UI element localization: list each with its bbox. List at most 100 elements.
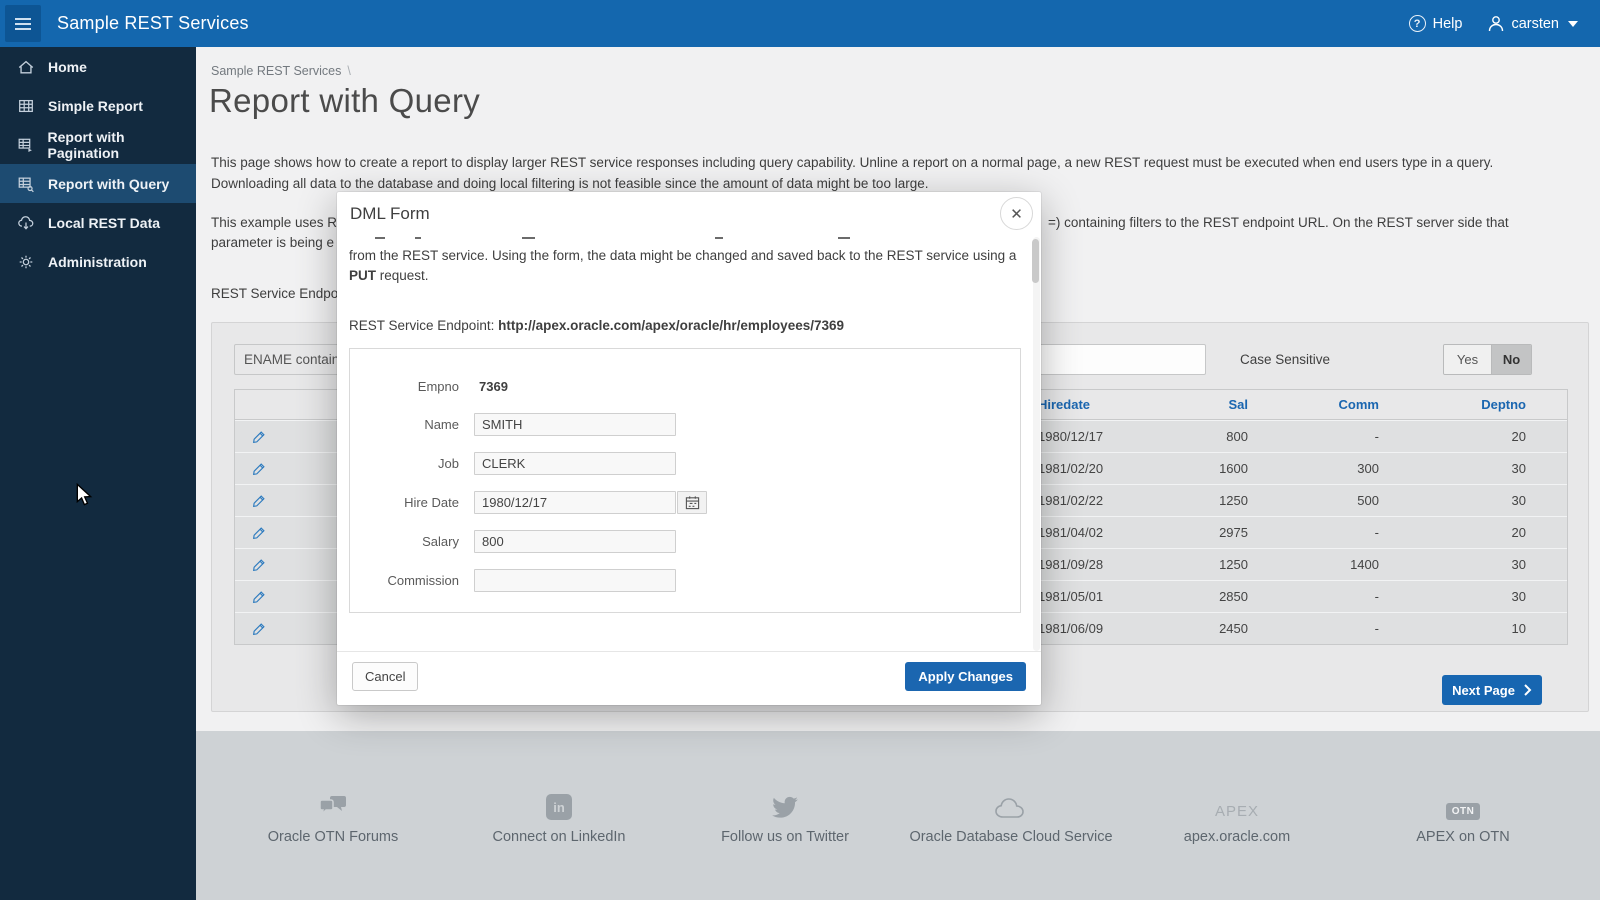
pencil-icon bbox=[251, 589, 267, 605]
report-query-icon bbox=[17, 175, 35, 193]
cell-deptno: 30 bbox=[1389, 581, 1526, 612]
clipped-text-fragment bbox=[522, 237, 535, 239]
case-sensitive-toggle: Yes No bbox=[1443, 344, 1532, 375]
cell-deptno: 30 bbox=[1389, 549, 1526, 580]
example-paragraph-fragment-left2: parameter is being e bbox=[211, 235, 334, 250]
example-paragraph-fragment-right1: =) containing filters to the REST endpoi… bbox=[1048, 215, 1509, 230]
next-page-button[interactable]: Next Page bbox=[1442, 675, 1542, 705]
edit-row-button[interactable] bbox=[251, 621, 267, 637]
sidebar-item-local-rest-data[interactable]: Local REST Data bbox=[0, 203, 196, 242]
scrollbar-thumb[interactable] bbox=[1032, 239, 1039, 283]
chevron-down-icon bbox=[1568, 21, 1578, 27]
app-screen: Sample REST Services ? Help carsten Home… bbox=[0, 0, 1600, 900]
empno-label: Empno bbox=[350, 375, 459, 399]
breadcrumb[interactable]: Sample REST Services\ bbox=[211, 64, 351, 78]
dml-form: Empno 7369 Name Job Hire Date bbox=[349, 348, 1021, 613]
commission-field[interactable] bbox=[474, 569, 676, 592]
chevron-right-icon bbox=[1523, 684, 1532, 696]
edit-row-button[interactable] bbox=[251, 429, 267, 445]
pencil-icon bbox=[251, 557, 267, 573]
dialog-header: DML Form ✕ bbox=[337, 192, 1041, 237]
top-header-bar: Sample REST Services ? Help carsten bbox=[0, 0, 1600, 47]
sidebar-item-label: Report with Query bbox=[48, 176, 169, 192]
name-field[interactable] bbox=[474, 413, 676, 436]
sidebar-item-label: Home bbox=[48, 59, 87, 75]
user-icon bbox=[1488, 15, 1504, 32]
salary-field[interactable] bbox=[474, 530, 676, 553]
column-header-deptno[interactable]: Deptno bbox=[1389, 390, 1526, 419]
cell-sal: 2850 bbox=[1088, 581, 1248, 612]
otn-icon: OTN bbox=[1446, 803, 1481, 820]
footer-link-otn-forums[interactable]: Oracle OTN Forums bbox=[220, 786, 446, 845]
cell-comm: - bbox=[1249, 517, 1379, 548]
hamburger-menu-icon[interactable] bbox=[5, 5, 41, 42]
dialog-description-line2: PUT request. bbox=[349, 268, 429, 283]
cell-sal: 1250 bbox=[1088, 485, 1248, 516]
cell-comm: 300 bbox=[1249, 453, 1379, 484]
footer-link-apex[interactable]: APEX apex.oracle.com bbox=[1124, 786, 1350, 845]
dialog-scrollbar[interactable] bbox=[1033, 237, 1040, 651]
edit-row-button[interactable] bbox=[251, 461, 267, 477]
sidebar-item-administration[interactable]: Administration bbox=[0, 242, 196, 281]
clipped-text-fragment bbox=[838, 237, 850, 239]
dialog-endpoint-line: REST Service Endpoint: http://apex.oracl… bbox=[349, 318, 844, 333]
apply-changes-button[interactable]: Apply Changes bbox=[905, 662, 1026, 691]
column-header-sal[interactable]: Sal bbox=[1088, 390, 1248, 419]
cell-comm: - bbox=[1249, 421, 1379, 452]
edit-row-button[interactable] bbox=[251, 589, 267, 605]
put-keyword: PUT bbox=[349, 268, 376, 283]
close-icon: ✕ bbox=[1010, 205, 1023, 223]
gear-icon bbox=[17, 253, 35, 271]
pencil-icon bbox=[251, 461, 267, 477]
cell-sal: 1250 bbox=[1088, 549, 1248, 580]
cancel-button[interactable]: Cancel bbox=[352, 662, 418, 691]
edit-row-button[interactable] bbox=[251, 493, 267, 509]
sidebar-item-report-with-query[interactable]: Report with Query bbox=[0, 164, 196, 203]
job-field[interactable] bbox=[474, 452, 676, 475]
footer-link-label: Follow us on Twitter bbox=[721, 829, 849, 845]
footer-link-label: APEX on OTN bbox=[1416, 829, 1509, 845]
cell-comm: 1400 bbox=[1249, 549, 1379, 580]
date-picker-button[interactable] bbox=[677, 491, 707, 514]
footer-link-apex-otn[interactable]: OTN APEX on OTN bbox=[1350, 786, 1576, 845]
endpoint-text-fragment: REST Service Endpoi bbox=[211, 286, 341, 301]
pencil-icon bbox=[251, 429, 267, 445]
help-button[interactable]: ? Help bbox=[1409, 15, 1463, 32]
footer-link-cloud-service[interactable]: Oracle Database Cloud Service bbox=[898, 786, 1124, 845]
user-menu[interactable]: carsten bbox=[1488, 15, 1578, 32]
user-name: carsten bbox=[1511, 16, 1559, 32]
dialog-body: from the REST service. Using the form, t… bbox=[337, 237, 1041, 651]
cell-deptno: 20 bbox=[1389, 421, 1526, 452]
dialog-footer: Cancel Apply Changes bbox=[337, 651, 1041, 705]
column-header-comm[interactable]: Comm bbox=[1249, 390, 1379, 419]
case-sensitive-no-button[interactable]: No bbox=[1492, 345, 1531, 374]
report-grid-icon bbox=[17, 97, 35, 115]
pencil-icon bbox=[251, 493, 267, 509]
sidebar-item-home[interactable]: Home bbox=[0, 47, 196, 86]
intro-paragraph-line2: Downloading all data to the database and… bbox=[211, 176, 928, 191]
hire-date-label: Hire Date bbox=[350, 491, 459, 515]
intro-paragraph-line1: This page shows how to create a report t… bbox=[211, 155, 1493, 170]
endpoint-url: http://apex.oracle.com/apex/oracle/hr/em… bbox=[498, 318, 844, 333]
example-paragraph-fragment-left1: This example uses RE bbox=[211, 215, 346, 230]
help-icon: ? bbox=[1409, 15, 1426, 32]
sidebar-item-label: Administration bbox=[48, 254, 147, 270]
case-sensitive-yes-button[interactable]: Yes bbox=[1444, 345, 1492, 374]
linkedin-icon: in bbox=[546, 794, 572, 820]
cell-deptno: 20 bbox=[1389, 517, 1526, 548]
footer-link-twitter[interactable]: Follow us on Twitter bbox=[672, 786, 898, 845]
hire-date-field[interactable] bbox=[474, 491, 676, 514]
close-button[interactable]: ✕ bbox=[1000, 197, 1033, 230]
sidebar-item-label: Local REST Data bbox=[48, 215, 160, 231]
sidebar-item-report-with-pagination[interactable]: Report with Pagination bbox=[0, 125, 196, 164]
footer: Oracle OTN Forums in Connect on LinkedIn… bbox=[196, 731, 1600, 900]
help-label: Help bbox=[1433, 16, 1463, 32]
cell-comm: - bbox=[1249, 581, 1379, 612]
footer-link-linkedin[interactable]: in Connect on LinkedIn bbox=[446, 786, 672, 845]
edit-row-button[interactable] bbox=[251, 557, 267, 573]
pencil-icon bbox=[251, 621, 267, 637]
sidebar-item-simple-report[interactable]: Simple Report bbox=[0, 86, 196, 125]
sidebar-item-label: Simple Report bbox=[48, 98, 143, 114]
home-icon bbox=[17, 58, 35, 76]
edit-row-button[interactable] bbox=[251, 525, 267, 541]
